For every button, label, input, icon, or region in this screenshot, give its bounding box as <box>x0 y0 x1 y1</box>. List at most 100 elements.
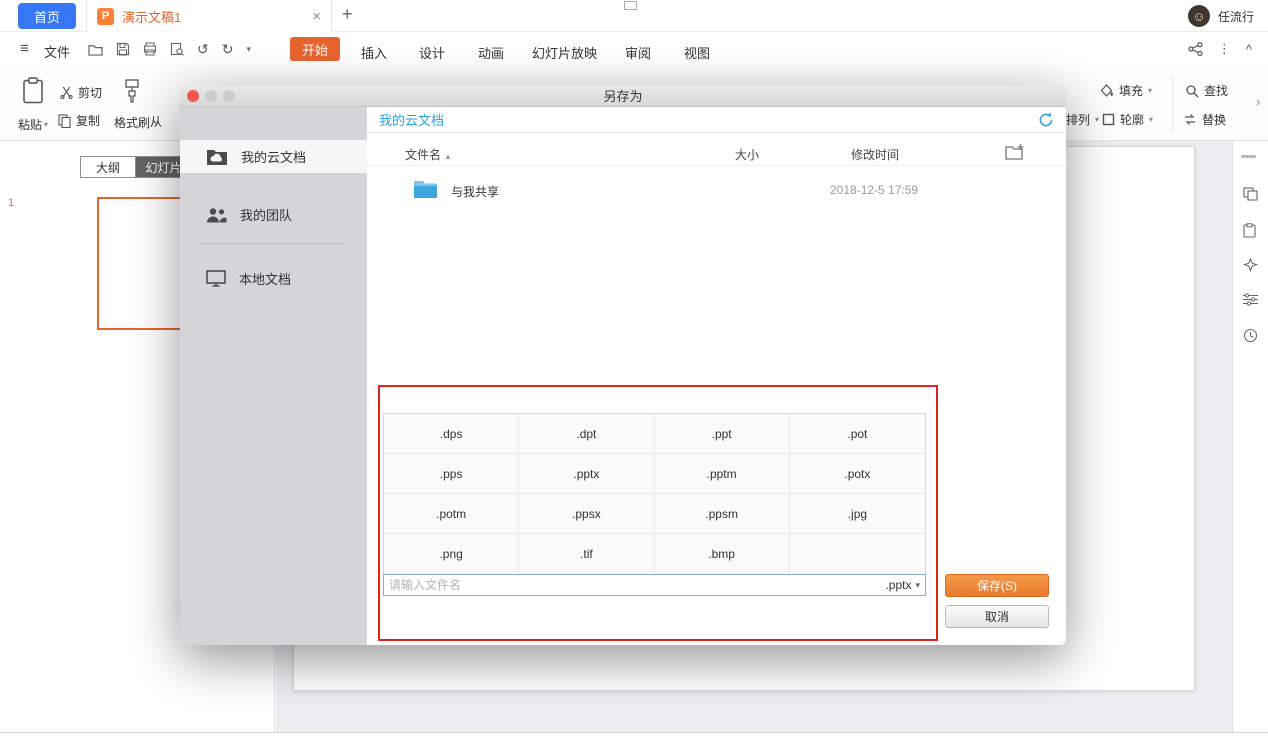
tab-design[interactable]: 设计 <box>419 43 445 62</box>
sidebar-item-label: 我的团队 <box>240 205 292 224</box>
format-option[interactable]: .ppsm <box>655 494 790 534</box>
undo-icon[interactable]: ↺ <box>197 42 209 56</box>
panel-view-tabs: 大纲 幻灯片 <box>80 156 192 178</box>
column-modified[interactable]: 修改时间 <box>851 146 899 163</box>
cloud-folder-icon <box>206 148 228 166</box>
replace-button[interactable]: 替换 <box>1183 111 1226 128</box>
format-painter-icon <box>124 79 140 103</box>
format-option[interactable]: .bmp <box>655 534 790 574</box>
quick-access-toolbar: ↺ ↻ ▾ <box>88 42 251 56</box>
ribbon-expand-icon[interactable]: › <box>1256 94 1260 109</box>
save-as-dialog: 另存为 我的云文档 我的团队 本地文档 我的云文档 文件名▲ 大小 修改时间 <box>180 85 1066 645</box>
sidebar-item-cloud-docs[interactable]: 我的云文档 <box>180 140 367 173</box>
hamburger-icon[interactable]: ≡ <box>20 40 29 57</box>
scrollbar-thumb[interactable] <box>1241 155 1256 158</box>
format-option[interactable]: .dpt <box>519 414 654 454</box>
print-icon[interactable] <box>143 42 157 56</box>
format-option[interactable]: .potm <box>384 494 519 534</box>
quickbar-chevron-icon[interactable]: ▾ <box>246 44 251 55</box>
save-icon[interactable] <box>116 42 130 56</box>
arrange-chevron-icon: ▾ <box>1095 115 1099 124</box>
copy-icon <box>58 114 71 128</box>
format-option[interactable]: .jpg <box>790 494 925 534</box>
dialog-title-bar[interactable]: 另存为 <box>180 85 1066 107</box>
team-icon <box>206 207 227 223</box>
cancel-button[interactable]: 取消 <box>945 605 1049 628</box>
tab-insert[interactable]: 插入 <box>361 43 387 62</box>
find-button[interactable]: 查找 <box>1185 82 1228 99</box>
ribbon-separator <box>1172 76 1173 132</box>
close-window-icon[interactable] <box>187 90 199 102</box>
properties-pane-icon[interactable] <box>1243 293 1258 306</box>
new-folder-icon[interactable] <box>1005 143 1025 160</box>
more-icon[interactable]: ⋮ <box>1218 41 1231 57</box>
close-tab-icon[interactable]: × <box>312 8 321 25</box>
cut-button[interactable]: 剪切 <box>60 84 102 101</box>
format-option[interactable]: .png <box>384 534 519 574</box>
sidebar-divider <box>196 243 348 244</box>
tab-start[interactable]: 开始 <box>290 37 340 61</box>
document-tab[interactable]: P 演示文稿1 × <box>86 0 332 32</box>
fill-label: 填充 <box>1119 82 1143 99</box>
format-option[interactable]: .pptm <box>655 454 790 494</box>
ribbon-from-partial[interactable]: 从 <box>150 113 162 130</box>
file-row[interactable]: 与我共享 2018-12-5 17:59 <box>367 169 1066 209</box>
extension-value[interactable]: .pptx <box>883 578 913 592</box>
format-option[interactable]: .potx <box>790 454 925 494</box>
outline-button[interactable]: 轮廓 ▾ <box>1102 111 1153 128</box>
collapse-ribbon-icon[interactable]: ^ <box>1246 42 1252 57</box>
dialog-content: 我的云文档 文件名▲ 大小 修改时间 与我共享 2018-12-5 17:59 … <box>367 107 1066 645</box>
zoom-window-icon[interactable] <box>223 90 235 102</box>
clipboard-icon <box>22 77 44 104</box>
sidebar-item-local-docs[interactable]: 本地文档 <box>180 262 367 295</box>
tab-animation[interactable]: 动画 <box>478 43 504 62</box>
location-title: 我的云文档 <box>379 110 444 129</box>
user-account[interactable]: ☺ 任流行 <box>1188 5 1254 27</box>
slides-pane-icon[interactable] <box>1243 187 1258 201</box>
file-name: 与我共享 <box>451 183 499 200</box>
format-option-empty[interactable] <box>790 534 925 574</box>
presentation-file-icon: P <box>97 8 114 25</box>
format-option[interactable]: .pps <box>384 454 519 494</box>
sidebar-item-label: 我的云文档 <box>241 147 306 166</box>
print-preview-icon[interactable] <box>170 42 184 56</box>
format-option[interactable]: .dps <box>384 414 519 454</box>
history-pane-icon[interactable] <box>1243 328 1258 343</box>
fill-button[interactable]: 填充 ▾ <box>1100 82 1152 99</box>
file-menu[interactable]: 文件 <box>44 42 70 61</box>
right-tool-strip <box>1232 141 1268 733</box>
home-button[interactable]: 首页 <box>18 3 76 29</box>
paste-label: 粘贴 <box>18 116 42 133</box>
redo-icon[interactable]: ↻ <box>222 42 234 56</box>
paste-chevron-icon: ▾ <box>44 120 48 129</box>
column-filename[interactable]: 文件名▲ <box>405 146 452 163</box>
open-folder-icon[interactable] <box>88 43 103 56</box>
tab-outline-view[interactable]: 大纲 <box>81 157 136 177</box>
filename-input[interactable] <box>384 575 883 595</box>
copy-label: 复制 <box>76 112 100 129</box>
paste-button[interactable]: 粘贴▾ <box>12 77 54 133</box>
copy-button[interactable]: 复制 <box>58 112 100 129</box>
tab-view[interactable]: 视图 <box>684 43 710 62</box>
format-option[interactable]: .ppsx <box>519 494 654 534</box>
save-button[interactable]: 保存(S) <box>945 574 1049 597</box>
arrange-button[interactable]: 排列 ▾ <box>1066 111 1099 128</box>
replace-icon <box>1183 113 1197 126</box>
format-option[interactable]: .tif <box>519 534 654 574</box>
minimize-window-icon[interactable] <box>205 90 217 102</box>
window-restore-icon <box>624 1 637 10</box>
format-painter-button[interactable]: 格式刷 <box>110 79 154 131</box>
extension-chevron-icon[interactable]: ▾ <box>913 580 925 591</box>
clipboard-pane-icon[interactable] <box>1243 223 1256 238</box>
format-option[interactable]: .pot <box>790 414 925 454</box>
share-icon[interactable] <box>1188 42 1203 56</box>
sidebar-item-teams[interactable]: 我的团队 <box>180 198 367 231</box>
tab-slideshow[interactable]: 幻灯片放映 <box>532 43 597 62</box>
column-size[interactable]: 大小 <box>735 146 759 163</box>
refresh-icon[interactable] <box>1038 112 1054 128</box>
format-option[interactable]: .pptx <box>519 454 654 494</box>
new-tab-button[interactable]: + <box>342 4 353 25</box>
format-option[interactable]: .ppt <box>655 414 790 454</box>
effects-pane-icon[interactable] <box>1243 258 1258 273</box>
tab-review[interactable]: 审阅 <box>625 43 651 62</box>
